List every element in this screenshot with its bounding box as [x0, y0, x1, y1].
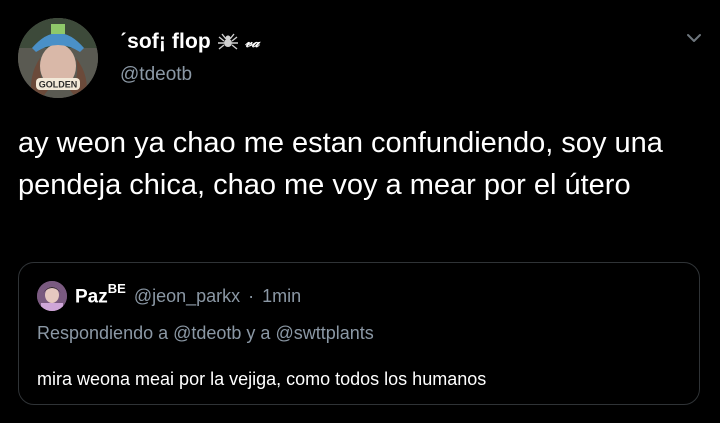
quoted-tweet-card[interactable]: PazBE @jeon_parkx · 1min Respondiendo a …: [18, 262, 700, 405]
quoted-handle: @jeon_parkx: [133, 285, 241, 306]
author-info: ˊsof¡ flop 𝓋𝒶 @tdeotb: [120, 28, 259, 86]
quoted-author-avatar: [37, 281, 67, 311]
quoted-separator: ·: [248, 285, 255, 306]
tweet-menu-button[interactable]: [680, 24, 708, 52]
quoted-display-name: PazBE: [75, 281, 126, 308]
author-handle[interactable]: @tdeotb: [120, 64, 259, 86]
avatar-image: GOLDEN: [18, 18, 98, 98]
spider-emoji-icon: [217, 31, 239, 53]
quoted-replying-to: Respondiendo a @tdeotb y a @swttplants: [37, 323, 374, 343]
quoted-timestamp: 1min: [262, 285, 302, 306]
tweet-text: ay weon ya chao me estan confundiendo, s…: [18, 127, 671, 201]
tweet-header: GOLDEN ˊsof¡ flop 𝓋𝒶 @tdeotb: [18, 18, 708, 102]
author-display-name[interactable]: ˊsof¡ flop: [120, 30, 211, 54]
name-suffix: 𝓋𝒶: [244, 33, 260, 50]
tweet-screen: GOLDEN ˊsof¡ flop 𝓋𝒶 @tdeotb ay weon ya …: [0, 0, 720, 423]
avatar-caption: GOLDEN: [39, 80, 78, 90]
quoted-tweet-text: mira weona meai por la vejiga, como todo…: [37, 369, 487, 389]
quoted-name-superscript: BE: [107, 281, 126, 297]
author-avatar[interactable]: GOLDEN: [18, 18, 98, 98]
chevron-down-icon: [687, 34, 701, 42]
author-name-row: ˊsof¡ flop 𝓋𝒶: [120, 28, 259, 56]
quoted-tweet-header: PazBE @jeon_parkx · 1min: [37, 281, 301, 311]
